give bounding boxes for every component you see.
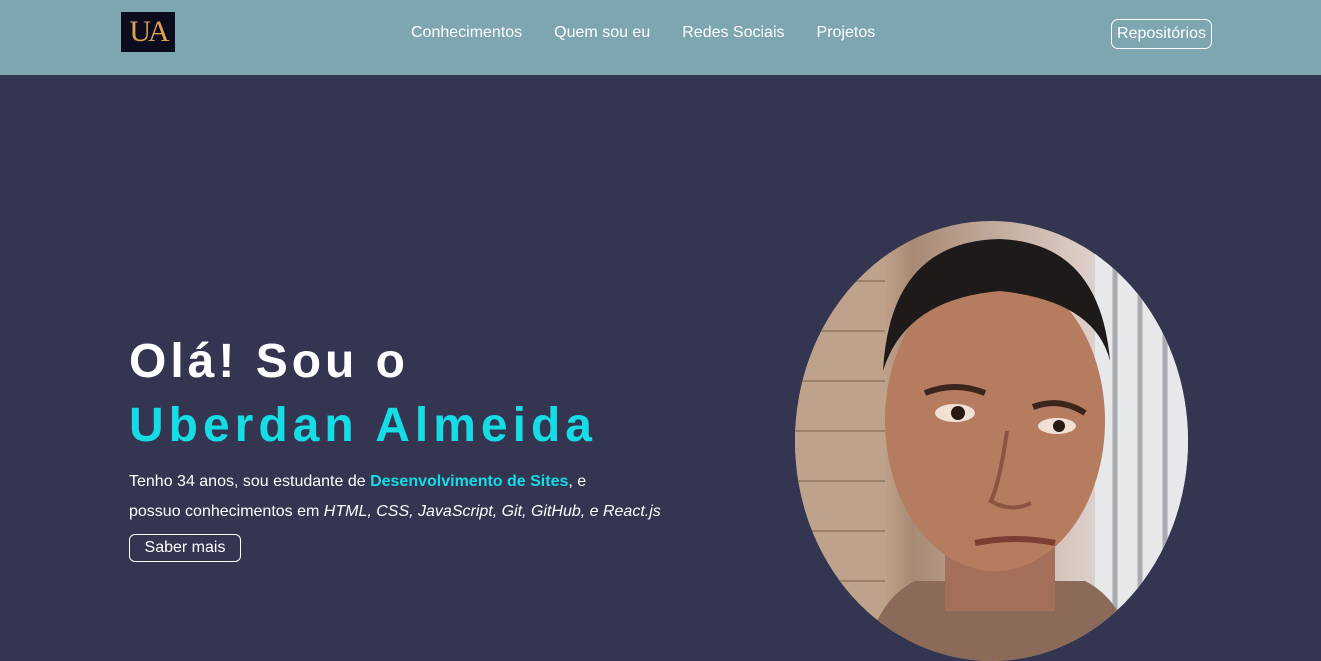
hero-description: Tenho 34 anos, sou estudante de Desenvol… [129,467,709,527]
hero-greeting: Olá! Sou o [129,335,409,388]
nav-link-redes-sociais[interactable]: Redes Sociais [682,24,784,42]
navbar: UA Conhecimentos Quem sou eu Redes Socia… [0,0,1321,75]
portrait-illustration [795,221,1188,661]
desc-highlight: Desenvolvimento de Sites [370,473,569,490]
main-nav: Conhecimentos Quem sou eu Redes Sociais … [411,24,875,42]
logo[interactable]: UA [121,12,175,52]
desc-text-2: , e [568,473,587,490]
repositorios-button[interactable]: Repositórios [1111,19,1212,49]
nav-link-projetos[interactable]: Projetos [817,24,876,42]
desc-text-1: Tenho 34 anos, sou estudante de [129,473,371,490]
saber-mais-button[interactable]: Saber mais [129,534,241,562]
nav-link-quem-sou-eu[interactable]: Quem sou eu [554,24,650,42]
profile-photo [795,221,1188,661]
desc-text-3: possuo conhecimentos em [129,503,324,520]
desc-skills: HTML, CSS, JavaScript, Git, GitHub, e Re… [323,503,661,520]
nav-link-conhecimentos[interactable]: Conhecimentos [411,24,522,42]
hero-name: Uberdan Almeida [129,399,597,452]
